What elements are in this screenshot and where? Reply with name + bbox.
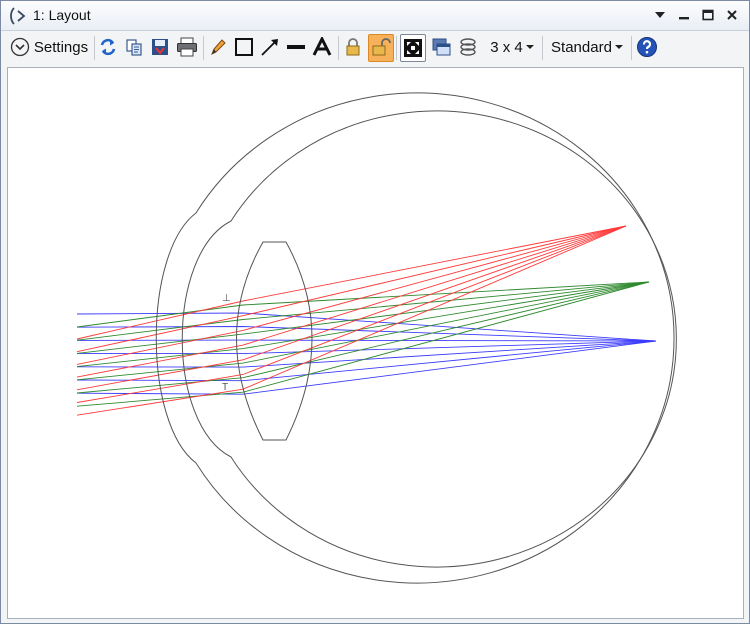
toolbar: Settings 3 x 4 Standard [1, 31, 749, 65]
layout-canvas[interactable]: ⊥ T [7, 67, 744, 619]
print-icon [177, 37, 197, 57]
view-mode-dropdown[interactable]: Standard [548, 34, 626, 60]
save-button[interactable] [149, 34, 171, 60]
window-title: 1: Layout [33, 7, 91, 23]
view-mode-value: Standard [551, 38, 612, 56]
grid-size-dropdown[interactable]: 3 x 4 [487, 34, 537, 60]
fit-button[interactable] [400, 34, 426, 62]
settings-label: Settings [33, 38, 89, 56]
pencil-icon [211, 39, 226, 56]
ray-green [76, 281, 650, 328]
chevron-down-icon [525, 45, 534, 49]
pencil-button[interactable] [207, 34, 229, 60]
title-bar[interactable]: 1: Layout [1, 1, 749, 31]
unlock-button[interactable] [368, 34, 394, 62]
line-icon [287, 45, 305, 49]
marker-top: ⊥ [222, 293, 231, 304]
ray-green [76, 281, 650, 341]
layers-button[interactable] [456, 34, 480, 60]
fit-icon [404, 39, 422, 57]
refresh-icon [100, 38, 116, 56]
settings-button[interactable]: Settings [7, 34, 91, 60]
marker-bottom: T [222, 382, 228, 393]
eye-layout-diagram: ⊥ T [76, 92, 677, 584]
help-button[interactable] [635, 34, 659, 60]
settings-chevron-icon [10, 37, 30, 57]
window-button[interactable] [430, 34, 452, 60]
unlock-icon [372, 38, 391, 56]
chevron-down-icon [614, 45, 623, 49]
help-icon [637, 37, 657, 57]
window-icon [432, 38, 451, 56]
rectangle-icon [235, 38, 253, 56]
layout-window: 1: Layout Settings 3 x 4 Standard ⊥ T [0, 0, 750, 624]
ray-fans [76, 225, 657, 416]
rectangle-button[interactable] [233, 34, 255, 60]
grid-size-value: 3 x 4 [490, 38, 523, 56]
ray-blue [76, 339, 657, 342]
copy-icon [126, 39, 142, 56]
save-icon [152, 39, 168, 55]
lock-button[interactable] [342, 34, 364, 60]
text-icon [312, 37, 332, 56]
layers-icon [460, 38, 476, 56]
lock-icon [346, 38, 360, 56]
copy-button[interactable] [123, 34, 145, 60]
dropdown-icon[interactable] [649, 4, 671, 26]
crystalline-lens [236, 241, 313, 441]
ray-red [76, 225, 627, 403]
line-button[interactable] [285, 34, 307, 60]
text-button[interactable] [311, 34, 333, 60]
arrow-icon [261, 39, 278, 56]
print-button[interactable] [175, 34, 199, 60]
arrow-button[interactable] [259, 34, 281, 60]
ray-red [76, 225, 627, 391]
eye-outline [155, 92, 677, 584]
minimize-icon[interactable] [673, 4, 695, 26]
restore-icon[interactable] [697, 4, 719, 26]
close-icon[interactable] [721, 4, 743, 26]
refresh-button[interactable] [97, 34, 119, 60]
layout-window-icon [10, 7, 26, 25]
